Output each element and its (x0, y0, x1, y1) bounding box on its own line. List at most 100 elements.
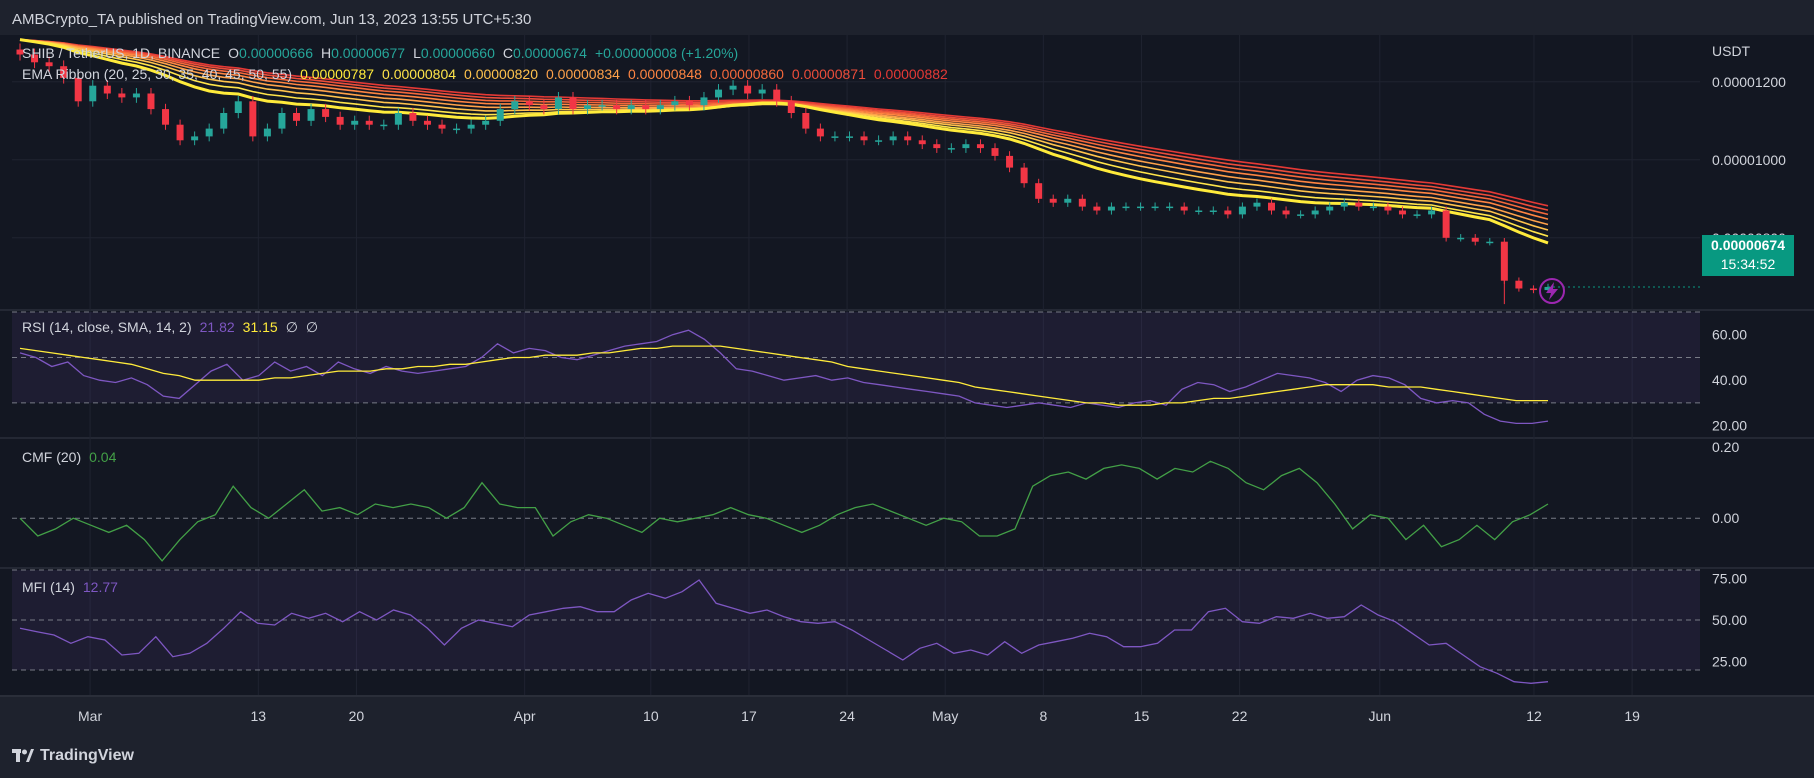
candle-body (132, 93, 140, 98)
candle-body (423, 120, 431, 125)
candle-body (787, 101, 795, 113)
time-axis-label: Mar (78, 708, 102, 724)
candle-body (656, 105, 664, 110)
candle-body (438, 124, 446, 129)
candle-body (976, 144, 984, 149)
candle-body (147, 93, 155, 110)
mfi-axis-label: 75.00 (1712, 570, 1747, 586)
candle-body (1355, 202, 1363, 207)
candle-body (1035, 183, 1043, 199)
time-axis-label: 12 (1526, 708, 1542, 724)
candle-body (1413, 214, 1421, 216)
candle-body (394, 113, 402, 125)
ema-value-6: 0.00000860 (709, 66, 784, 82)
candle-body (1529, 288, 1537, 291)
candle-body (278, 113, 286, 129)
mfi-legend[interactable]: MFI (14) 12.77 (22, 579, 118, 595)
candle-body (453, 128, 461, 131)
last-price-badge: 0.00000674 15:34:52 (1702, 235, 1794, 276)
candle-body (1369, 206, 1377, 209)
candle-body (802, 113, 810, 129)
candle-body (263, 128, 271, 137)
candle-body (1195, 210, 1203, 212)
candle-body (845, 136, 853, 138)
ema-value-1: 0.00000787 (300, 66, 375, 82)
price-axis-label: 0.00001000 (1712, 152, 1786, 168)
rsi-legend[interactable]: RSI (14, close, SMA, 14, 2) 21.82 31.15 … (22, 319, 318, 336)
cmf-axis-label: 0.20 (1712, 439, 1739, 455)
candle-body (715, 89, 723, 98)
candle-body (89, 85, 97, 102)
candle-body (744, 85, 752, 94)
symbol-title: SHIB / TetherUS, 1D, BINANCE (22, 45, 221, 61)
candle-body (554, 97, 562, 110)
ema-value-2: 0.00000804 (382, 66, 457, 82)
candle-body (933, 144, 941, 149)
candle-body (1020, 167, 1028, 184)
cmf-value: 0.04 (89, 449, 117, 465)
candle-body (904, 136, 912, 141)
candle-body (1398, 210, 1406, 215)
time-axis-label: 8 (1039, 708, 1047, 724)
candle-body (307, 109, 315, 121)
symbol-legend[interactable]: SHIB / TetherUS, 1D, BINANCE O0.00000666… (22, 45, 738, 61)
candle-body (1107, 206, 1115, 211)
time-axis-label: 22 (1232, 708, 1248, 724)
candle-body (773, 89, 781, 102)
candle-body (991, 148, 999, 156)
time-axis-label: 20 (349, 708, 365, 724)
rsi-value: 21.82 (199, 319, 235, 335)
high-value: 0.00000677 (331, 45, 406, 61)
ema-value-7: 0.00000871 (791, 66, 866, 82)
candle-body (1486, 241, 1494, 244)
candle-body (249, 101, 257, 137)
cmf-legend[interactable]: CMF (20) 0.04 (22, 449, 116, 465)
candle-body (1224, 210, 1232, 215)
candle-body (816, 128, 824, 137)
mfi-axis-label: 25.00 (1712, 654, 1747, 670)
candle-body (831, 136, 839, 138)
tradingview-brand: TradingView (40, 747, 134, 764)
candle-body (525, 101, 533, 106)
candle-body (889, 136, 897, 141)
countdown: 15:34:52 (1720, 256, 1776, 272)
change-value: +0.00000008 (+1.20%) (594, 45, 739, 61)
candle-body (1078, 198, 1086, 207)
candle-body (1093, 206, 1101, 211)
candle-body (569, 97, 577, 110)
candle-body (584, 105, 592, 110)
candle-body (918, 140, 926, 145)
mfi-value: 12.77 (82, 579, 118, 595)
candle-body (118, 93, 126, 98)
ema-legend[interactable]: EMA Ribbon (20, 25, 30, 35, 40, 45, 50, … (22, 66, 948, 82)
tradingview-logo-icon (12, 749, 34, 762)
candle-body (613, 105, 621, 110)
candle-body (1137, 206, 1145, 209)
candle-body (292, 113, 300, 121)
candle-body (598, 105, 606, 107)
ema-value-4: 0.00000834 (545, 66, 620, 82)
chart-area[interactable]: Mar 13 20 Apr 10 17 24 May 8 15 22 Jun 12 19 0.0000120… (0, 0, 1814, 740)
candle-body (860, 136, 868, 141)
cmf-title: CMF (20) (22, 449, 82, 465)
candle-body (1515, 280, 1523, 289)
time-axis-label: May (932, 708, 958, 724)
candle-body (191, 136, 199, 141)
candle-body (875, 140, 883, 142)
candle-body (365, 120, 373, 125)
candle-body (685, 101, 693, 106)
tradingview-logo[interactable]: TradingView (12, 747, 134, 765)
time-axis-label: Apr (514, 708, 536, 724)
time-axis-label: 17 (741, 708, 757, 724)
low-value: 0.00000660 (420, 45, 495, 61)
candle-body (1326, 206, 1334, 211)
candle-body (1457, 237, 1465, 240)
candle-body (729, 85, 737, 90)
candle-body (162, 109, 170, 125)
candle-body (1151, 206, 1159, 209)
last-price: 0.00000674 (1711, 237, 1785, 253)
rsi-sma-value: 31.15 (242, 319, 278, 335)
time-axis-label: 10 (643, 708, 659, 724)
candle-body (1049, 198, 1057, 203)
candle-body (351, 120, 359, 125)
